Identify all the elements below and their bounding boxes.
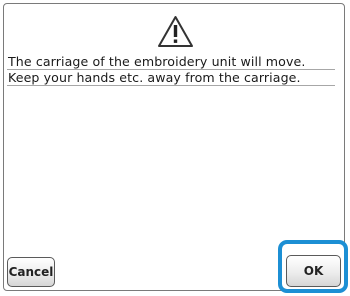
cancel-button[interactable]: Cancel [7, 257, 55, 287]
divider [7, 85, 335, 86]
message-line-1: The carriage of the embroidery unit will… [8, 54, 306, 69]
ok-button[interactable]: OK [286, 255, 341, 287]
message-line-2: Keep your hands etc. away from the carri… [8, 70, 301, 85]
warning-triangle-icon [158, 16, 193, 47]
